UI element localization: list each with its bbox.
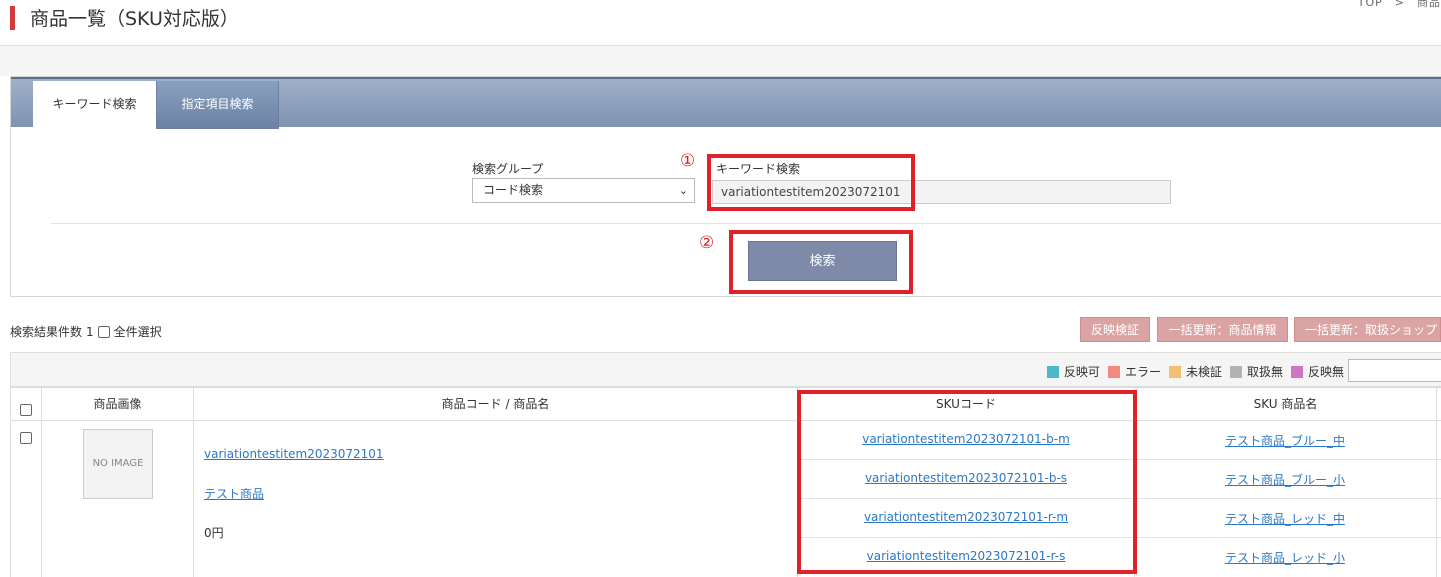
annotation-number-2: ②: [699, 233, 715, 253]
search-group-label: 検索グループ: [472, 162, 544, 176]
sku-name-cell: テスト商品_ブルー_小: [1135, 471, 1435, 488]
legend-label: 反映可: [1063, 365, 1100, 379]
no-image-placeholder: NO IMAGE: [83, 429, 153, 499]
title-accent-bar: [10, 6, 15, 30]
legend-label: 未検証: [1185, 365, 1222, 379]
item-price: 0円: [204, 526, 224, 540]
item-name-link[interactable]: テスト商品: [204, 485, 264, 502]
validate-button[interactable]: 反映検証: [1080, 317, 1150, 342]
status-legend: 反映可 エラー 未検証 取扱無 反映無: [1039, 363, 1344, 380]
legend-item: 反映無: [1290, 363, 1344, 380]
page-title: 商品一覧（SKU対応版）: [30, 8, 239, 30]
legend-item: 取扱無: [1229, 363, 1283, 380]
legend-item: エラー: [1107, 363, 1161, 380]
select-all-label[interactable]: 全件選択: [114, 323, 162, 340]
legend-swatch: [1046, 365, 1059, 378]
sku-name-cell: テスト商品_ブルー_中: [1135, 432, 1435, 449]
legend-item: 反映可: [1046, 363, 1100, 380]
sku-name-link[interactable]: テスト商品_ブルー_中: [1225, 434, 1345, 448]
result-count: 検索結果件数 1 全件選択: [10, 323, 162, 340]
header-item-image: 商品画像: [42, 388, 194, 421]
table-header: 商品画像 商品コード / 商品名 SKUコード SKU 商品名: [11, 387, 1441, 421]
header-item-code-name: 商品コード / 商品名: [194, 388, 798, 421]
result-count-label: 検索結果件数: [10, 325, 83, 339]
legend-swatch: [1107, 365, 1120, 378]
sku-name-cell: テスト商品_レッド_小: [1135, 549, 1435, 566]
sku-name-link[interactable]: テスト商品_レッド_中: [1225, 512, 1345, 526]
search-group-value: コード検索: [483, 183, 544, 197]
sku-name-cell: テスト商品_レッド_中: [1135, 510, 1435, 527]
chevron-down-icon: ⌄: [678, 184, 688, 197]
item-code-link[interactable]: variationtestitem2023072101: [204, 447, 384, 461]
legend-label: エラー: [1124, 365, 1161, 379]
header-spacer: [0, 46, 1441, 76]
legend-swatch: [1168, 365, 1181, 378]
header-sku-name: SKU 商品名: [1135, 388, 1437, 421]
legend-label: 取扱無: [1246, 365, 1283, 379]
row-checkbox[interactable]: [20, 432, 32, 444]
results-table: 商品画像 商品コード / 商品名 SKUコード SKU 商品名 NO IMAGE…: [10, 387, 1441, 577]
legend-label: 反映無: [1307, 365, 1344, 379]
tab-keyword-search[interactable]: キーワード検索: [33, 81, 156, 129]
search-group-select[interactable]: コード検索 ⌄: [472, 178, 695, 203]
search-tab-bar: キーワード検索 指定項目検索: [11, 77, 1441, 129]
header-checkbox[interactable]: [20, 403, 32, 416]
search-divider: [51, 223, 1441, 224]
annotation-number-1: ①: [680, 151, 696, 171]
annotation-box-search-button: [729, 230, 913, 294]
breadcrumb[interactable]: TOP > 商品: [1358, 0, 1441, 10]
bulk-update-shop-button[interactable]: 一括更新：取扱ショップ: [1294, 317, 1441, 342]
result-count-value: 1: [86, 324, 94, 339]
header-select-cell: [11, 388, 42, 421]
column-divider: [41, 421, 42, 577]
legend-swatch: [1290, 365, 1303, 378]
select-all-checkbox[interactable]: [97, 325, 110, 338]
tab-field-search[interactable]: 指定項目検索: [156, 81, 279, 129]
column-divider: [193, 421, 194, 577]
legend-bar: 反映可 エラー 未検証 取扱無 反映無: [10, 352, 1441, 387]
page-header: 商品一覧（SKU対応版） TOP > 商品: [0, 0, 1441, 46]
sku-name-link[interactable]: テスト商品_ブルー_小: [1225, 473, 1345, 487]
annotation-box-sku-column: [797, 390, 1137, 574]
bulk-update-item-button[interactable]: 一括更新：商品情報: [1157, 317, 1288, 342]
annotation-box-keyword: [707, 154, 915, 211]
legend-item: 未検証: [1168, 363, 1222, 380]
column-divider: [1436, 421, 1437, 577]
legend-swatch: [1229, 365, 1242, 378]
sku-name-link[interactable]: テスト商品_レッド_小: [1225, 551, 1345, 565]
filter-input[interactable]: [1348, 359, 1441, 382]
